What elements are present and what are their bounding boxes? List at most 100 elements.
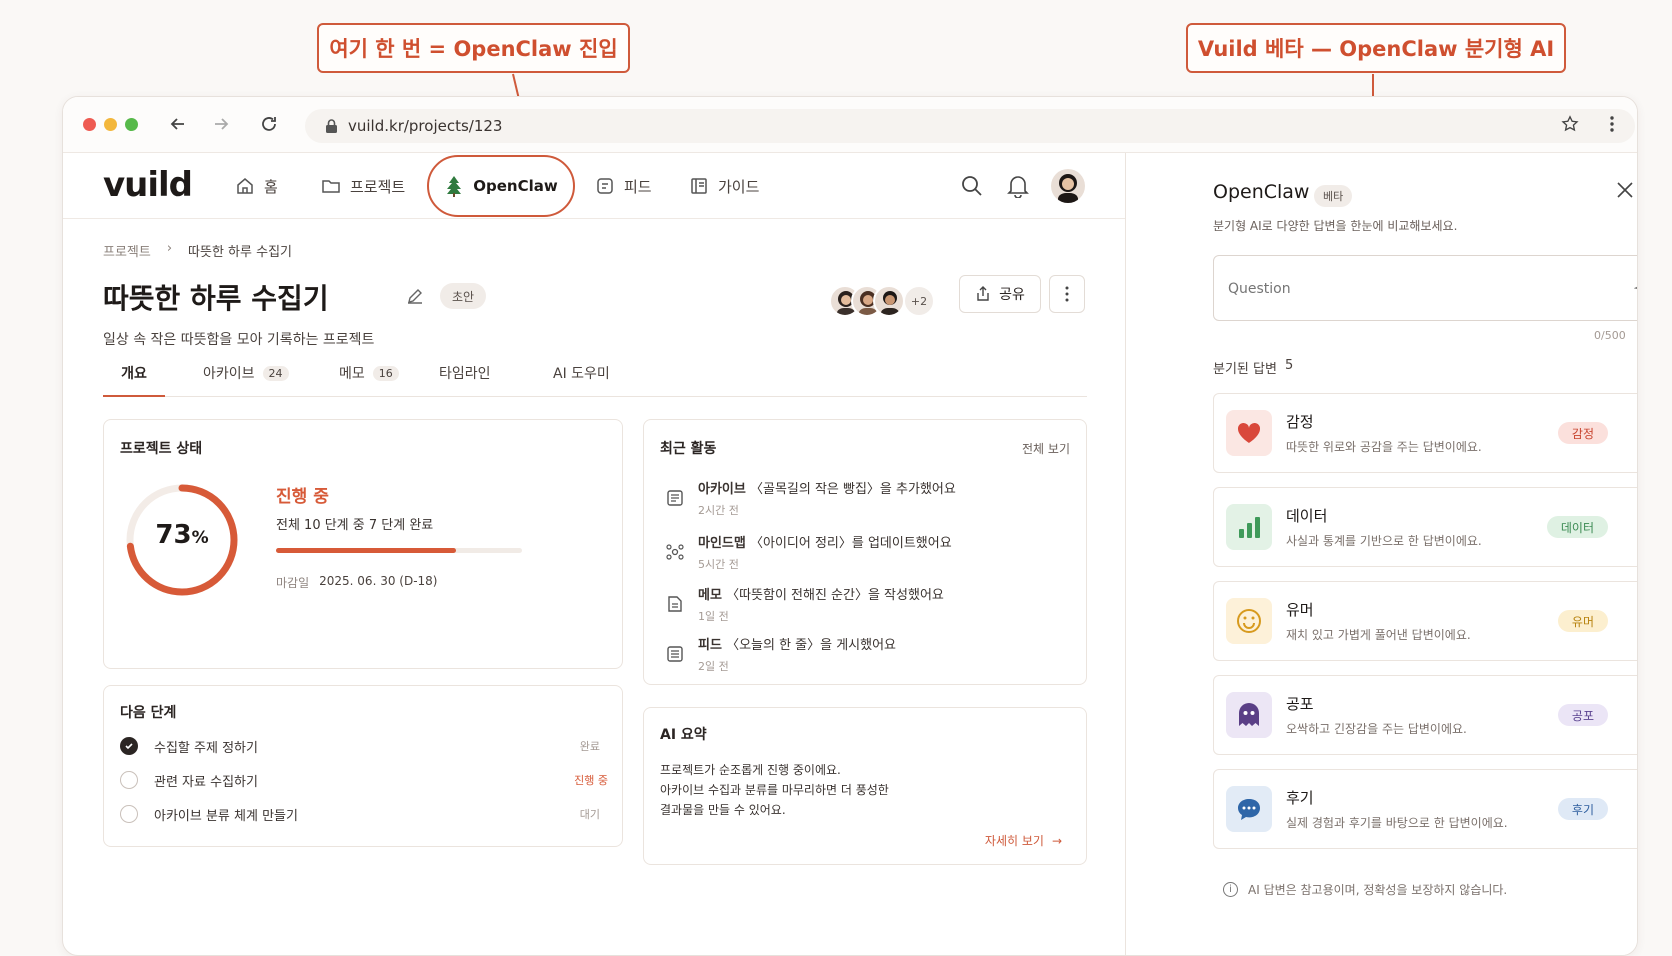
card-title: AI 요약 — [660, 727, 707, 743]
member-avatars[interactable]: +2 — [829, 285, 941, 317]
details-link[interactable]: 자세히 보기 → — [985, 832, 1062, 849]
main-content: 프로젝트 › 따뜻한 하루 수집기 따뜻한 하루 수집기 초안 일상 속 작은 … — [63, 219, 1125, 955]
tab-archive[interactable]: 아카이브 24 — [203, 363, 289, 383]
info-icon: i — [1223, 882, 1238, 897]
disclaimer: i AI 답변은 참고용이며, 정확성을 보장하지 않습니다. — [1223, 881, 1507, 898]
breadcrumb: 프로젝트 › 따뜻한 하루 수집기 — [103, 241, 292, 260]
forward-arrow-icon[interactable] — [210, 113, 232, 135]
tab-overview[interactable]: 개요 — [103, 359, 165, 397]
vuild-logo[interactable]: vuild — [103, 165, 193, 205]
project-status-card: 프로젝트 상태 73% 진행 중 전체 10 단계 중 7 단계 완료 마감일 2… — [103, 419, 623, 669]
user-avatar[interactable] — [1051, 169, 1085, 203]
archive-icon — [666, 478, 684, 518]
lock-icon — [325, 118, 338, 134]
more-options-button[interactable] — [1049, 275, 1085, 313]
card-title: 다음 단계 — [120, 705, 177, 721]
empty-circle-icon — [120, 771, 138, 789]
close-icon[interactable] — [1616, 181, 1634, 199]
reload-icon[interactable] — [258, 113, 280, 135]
activity-item[interactable]: 아카이브 〈골목길의 작은 빵집〉을 추가했어요 2시간 전 — [666, 478, 956, 518]
tab-bar: 개요 아카이브 24 메모 16 타임라인 AI 도우미 — [103, 359, 1087, 397]
browser-chrome: vuild.kr/projects/123 — [63, 97, 1637, 153]
bookmark-star-icon[interactable] — [1559, 113, 1581, 135]
question-input-box[interactable] — [1213, 255, 1637, 321]
branch-review[interactable]: 후기실제 경험과 후기를 바탕으로 한 답변이에요. 후기 › — [1213, 769, 1637, 849]
tab-ai-assistant[interactable]: AI 도우미 — [553, 363, 610, 383]
char-counter: 0/500 — [1594, 329, 1626, 342]
nav-item-projects[interactable]: 프로젝트 — [321, 153, 405, 219]
status-steps: 전체 10 단계 중 7 단계 완료 — [276, 518, 434, 533]
nav-item-home[interactable]: 홈 — [235, 153, 278, 219]
step-item[interactable]: 아카이브 분류 체계 만들기 대기 — [120, 804, 608, 824]
status-state: 진행 중 — [276, 487, 329, 507]
feed-icon — [666, 634, 684, 674]
tab-timeline[interactable]: 타임라인 — [439, 363, 491, 383]
arrow-right-icon: → — [1051, 833, 1062, 848]
tab-memo[interactable]: 메모 16 — [339, 363, 399, 383]
card-title: 최근 활동 — [660, 441, 717, 457]
share-button[interactable]: 공유 — [959, 275, 1041, 313]
chevron-right-icon: › — [166, 241, 173, 256]
back-arrow-icon[interactable] — [167, 113, 189, 135]
minimize-dot[interactable] — [104, 118, 117, 131]
branches-header: 분기된 답변 5 — [1213, 358, 1294, 377]
browser-window: vuild.kr/projects/123 vuild 홈 프로젝트 OpenC… — [62, 96, 1638, 956]
share-icon — [975, 286, 991, 302]
page-title: 따뜻한 하루 수집기 — [103, 282, 329, 315]
tree-icon — [444, 175, 464, 197]
edit-pencil-icon[interactable] — [406, 287, 424, 305]
beta-badge: 베타 — [1314, 185, 1353, 207]
branch-tag: 데이터 — [1546, 516, 1608, 538]
extra-members-count: +2 — [903, 285, 935, 317]
openclaw-panel: OpenClaw 베타 분기형 AI로 다양한 답변을 한눈에 비교해보세요. … — [1125, 153, 1637, 955]
smile-icon — [1226, 598, 1272, 644]
home-icon — [235, 176, 255, 196]
top-nav: vuild 홈 프로젝트 OpenClaw 피드 가이드 — [63, 153, 1125, 219]
maximize-dot[interactable] — [125, 118, 138, 131]
more-vertical-icon[interactable] — [1601, 113, 1623, 135]
nav-item-feed[interactable]: 피드 — [595, 153, 652, 219]
branch-tag: 공포 — [1557, 704, 1608, 726]
branch-data[interactable]: 데이터사실과 통계를 기반으로 한 답변이에요. 데이터 › — [1213, 487, 1637, 567]
empty-circle-icon — [120, 805, 138, 823]
bar-chart-icon — [1226, 504, 1272, 550]
branch-emotion[interactable]: 감정따뜻한 위로와 공감을 주는 답변이에요. 감정 › — [1213, 393, 1637, 473]
ghost-icon — [1226, 692, 1272, 738]
panel-subtitle: 분기형 AI로 다양한 답변을 한눈에 비교해보세요. — [1213, 219, 1458, 233]
tab-count: 16 — [372, 365, 399, 381]
activity-item[interactable]: 메모 〈따뜻함이 전해진 순간〉을 작성했어요 1일 전 — [666, 584, 944, 624]
recent-activity-card: 최근 활동 전체 보기 아카이브 〈골목길의 작은 빵집〉을 추가했어요 2시간 … — [643, 419, 1087, 685]
breadcrumb-root[interactable]: 프로젝트 — [103, 241, 151, 260]
branch-horror[interactable]: 공포오싹하고 긴장감을 주는 답변이에요. 공포 › — [1213, 675, 1637, 755]
close-dot[interactable] — [83, 118, 96, 131]
tab-count: 24 — [262, 365, 289, 381]
step-item[interactable]: 관련 자료 수집하기 진행 중 — [120, 770, 608, 790]
card-title: 프로젝트 상태 — [120, 441, 203, 457]
check-circle-icon — [120, 737, 138, 755]
view-all-link[interactable]: 전체 보기 — [1022, 440, 1070, 457]
chat-bubble-icon — [1226, 786, 1272, 832]
branch-tag: 감정 — [1557, 422, 1608, 444]
nav-item-guide[interactable]: 가이드 — [689, 153, 759, 219]
send-icon[interactable] — [1634, 276, 1637, 300]
deadline: 마감일 2025. 06. 30 (D-18) — [276, 574, 438, 590]
search-icon[interactable] — [961, 175, 983, 197]
bell-icon[interactable] — [1007, 174, 1029, 198]
nav-item-openclaw[interactable]: OpenClaw — [427, 155, 575, 217]
address-bar[interactable]: vuild.kr/projects/123 — [305, 109, 1635, 143]
activity-item[interactable]: 마인드맵 〈아이디어 정리〉를 업데이트했어요 5시간 전 — [666, 532, 952, 572]
book-icon — [689, 176, 709, 196]
progress-percent: 73% — [155, 520, 209, 550]
question-input[interactable] — [1228, 281, 1608, 297]
branch-tag: 유머 — [1557, 610, 1608, 632]
project-description: 일상 속 작은 따뜻함을 모아 기록하는 프로젝트 — [103, 332, 375, 348]
branch-humor[interactable]: 유머재치 있고 가볍게 풀어낸 답변이에요. 유머 › — [1213, 581, 1637, 661]
activity-item[interactable]: 피드 〈오늘의 한 줄〉을 게시했어요 2일 전 — [666, 634, 896, 674]
mindmap-icon — [666, 532, 684, 572]
next-steps-card: 다음 단계 수집할 주제 정하기 완료 관련 자료 수집하기 진행 중 아카이브… — [103, 685, 623, 847]
memo-icon — [666, 584, 684, 624]
breadcrumb-current: 따뜻한 하루 수집기 — [188, 245, 292, 260]
progress-bar — [276, 548, 522, 553]
step-item[interactable]: 수집할 주제 정하기 완료 — [120, 736, 608, 756]
heart-icon — [1226, 410, 1272, 456]
